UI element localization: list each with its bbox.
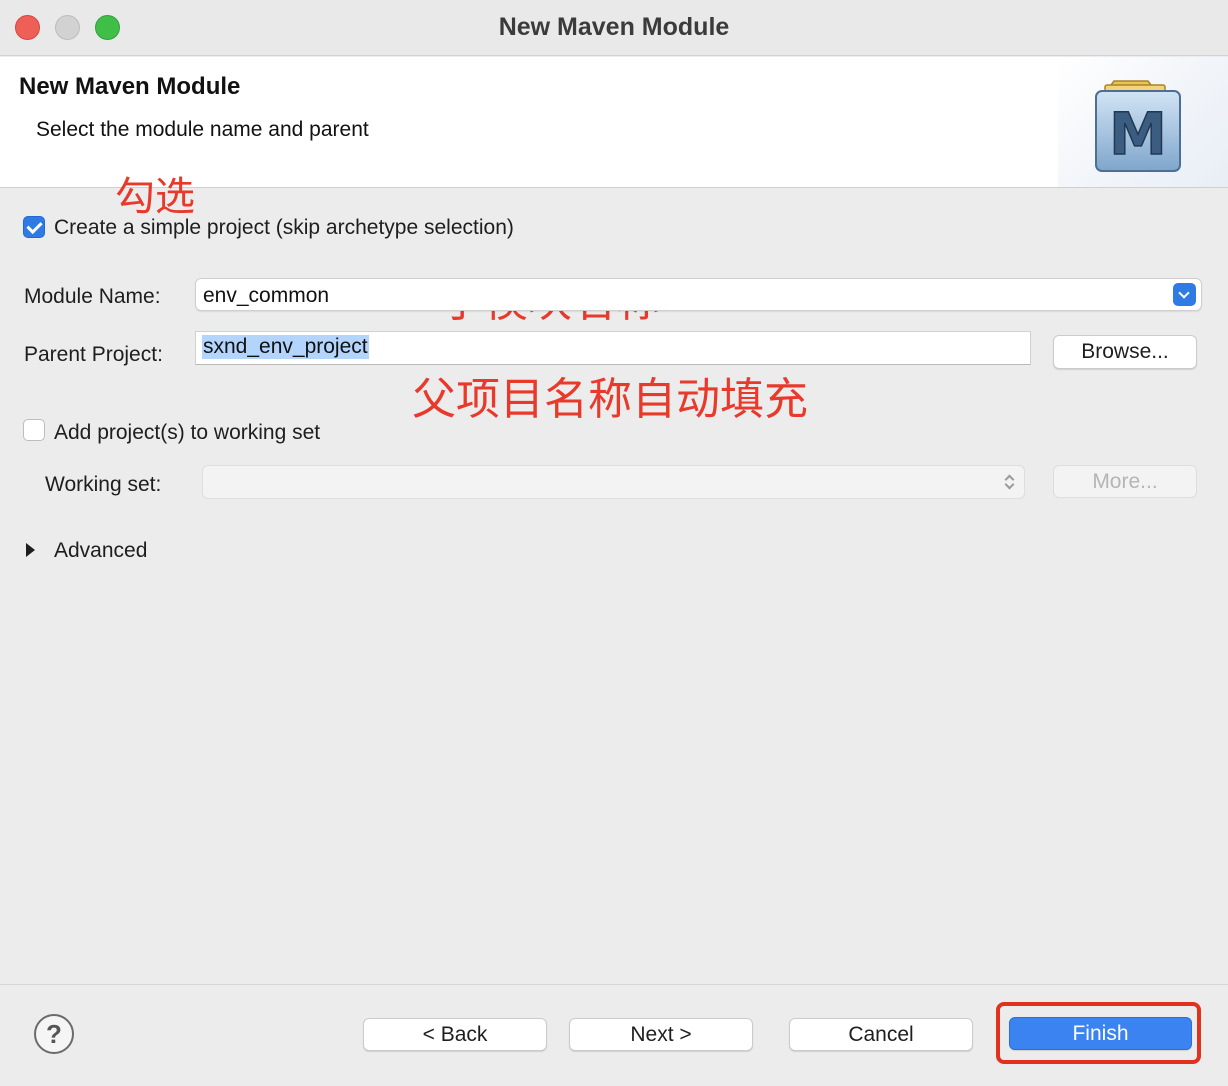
help-icon[interactable]: ? [34, 1014, 74, 1054]
simple-project-label[interactable]: Create a simple project (skip archetype … [54, 216, 514, 240]
updown-arrows-icon [1004, 472, 1014, 492]
annotation-check: 勾选 [115, 174, 195, 220]
working-set-checkbox[interactable] [23, 419, 45, 441]
maven-module-icon: M [1095, 80, 1181, 172]
back-button[interactable]: < Back [363, 1018, 547, 1051]
module-name-label: Module Name: [24, 285, 161, 308]
finish-highlight-frame [996, 1002, 1201, 1064]
parent-project-value[interactable]: sxnd_env_project [202, 335, 369, 359]
parent-project-label: Parent Project: [24, 343, 163, 366]
working-set-combo[interactable] [202, 465, 1025, 499]
page-title: New Maven Module [19, 73, 241, 100]
chevron-down-icon[interactable] [1173, 283, 1196, 306]
advanced-section-label[interactable]: Advanced [54, 539, 147, 563]
footer-divider [0, 984, 1228, 985]
disclosure-triangle-icon[interactable] [26, 543, 35, 557]
annotation-parent-project: 父项目名称自动填充 [412, 374, 808, 425]
page-subtitle: Select the module name and parent [36, 118, 369, 141]
simple-project-checkbox[interactable] [23, 216, 45, 238]
next-button[interactable]: Next > [569, 1018, 753, 1051]
parent-project-field[interactable]: sxnd_env_project [195, 331, 1031, 365]
svg-text:M: M [1109, 100, 1167, 168]
browse-button[interactable]: Browse... [1053, 335, 1197, 369]
working-set-label: Working set: [45, 473, 162, 496]
module-name-value[interactable]: env_common [203, 284, 329, 308]
window-title: New Maven Module [498, 13, 730, 41]
working-set-checkbox-label[interactable]: Add project(s) to working set [54, 421, 320, 445]
cancel-button[interactable]: Cancel [789, 1018, 973, 1051]
module-name-combo[interactable]: env_common [195, 278, 1202, 311]
more-button[interactable]: More... [1053, 465, 1197, 498]
window-titlebar: New Maven Module [0, 0, 1228, 56]
